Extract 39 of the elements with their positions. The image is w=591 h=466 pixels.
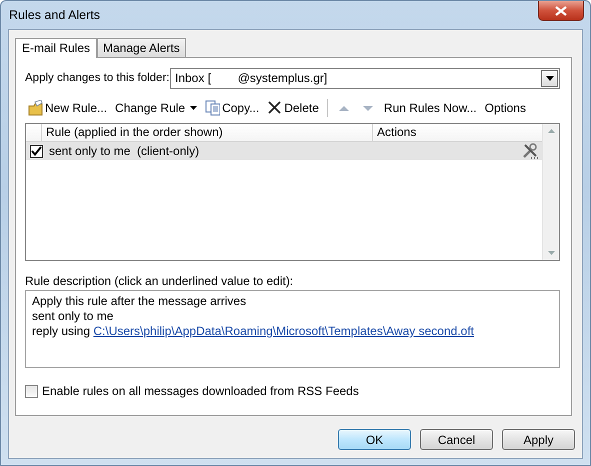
description-text: Apply this rule after the message arrives (32, 294, 248, 309)
toolbar-button[interactable]: Options (482, 98, 529, 118)
file-link[interactable]: C:\Users\philip\AppData\Roaming\Microsoft\Templates\Away second.oft (93, 324, 474, 338)
rule-name: sent only to me (client-only) (49, 144, 200, 158)
window-title: Rules and Alerts (9, 8, 100, 22)
toolbar-button[interactable]: New Rule... (25, 98, 110, 118)
folder-dropdown[interactable]: Inbox [ @systemplus.gr] (170, 68, 560, 88)
toolbar-button[interactable]: Run Rules Now... (380, 98, 480, 118)
checkbox[interactable] (25, 384, 38, 398)
dialog-button[interactable]: Cancel (420, 429, 493, 450)
column-header[interactable]: Rule (applied in the order shown) (42, 124, 373, 141)
close-button[interactable] (538, 1, 584, 21)
tab[interactable]: E-mail Rules (15, 38, 98, 58)
dropdown-button[interactable] (541, 70, 558, 86)
toolbar-button[interactable]: Delete (264, 98, 322, 118)
column-header[interactable]: Actions (373, 124, 542, 141)
rule-row[interactable]: sent only to me (client-only) (26, 142, 542, 160)
description-text: sent only to me (32, 309, 114, 324)
scroll-up-icon (548, 129, 554, 133)
toolbar-menu-button[interactable]: Change Rule (112, 98, 200, 118)
toolbar-button[interactable]: Copy... (202, 98, 262, 118)
close-icon (555, 6, 567, 16)
folder-label: Apply changes to this folder: (25, 72, 170, 84)
check-icon (31, 146, 42, 156)
delete-icon (267, 100, 282, 116)
dialog-button[interactable]: OK (338, 429, 411, 450)
checkbox-label: Enable rules on all messages downloaded from RSS Feeds (42, 384, 359, 398)
checkbox[interactable] (30, 144, 43, 158)
tab[interactable]: Manage Alerts (97, 38, 186, 57)
scrollbar[interactable] (542, 124, 559, 260)
scroll-down-icon (548, 251, 554, 255)
dialog-button[interactable]: Apply (502, 429, 575, 450)
caret-icon (546, 76, 554, 80)
copy-icon (205, 100, 220, 116)
description-label: Rule description (click an underlined value to edit): (25, 273, 294, 289)
caret-icon (190, 106, 198, 110)
tools-icon (522, 143, 538, 159)
folder-icon (28, 100, 43, 116)
description-text: reply using (32, 324, 92, 338)
